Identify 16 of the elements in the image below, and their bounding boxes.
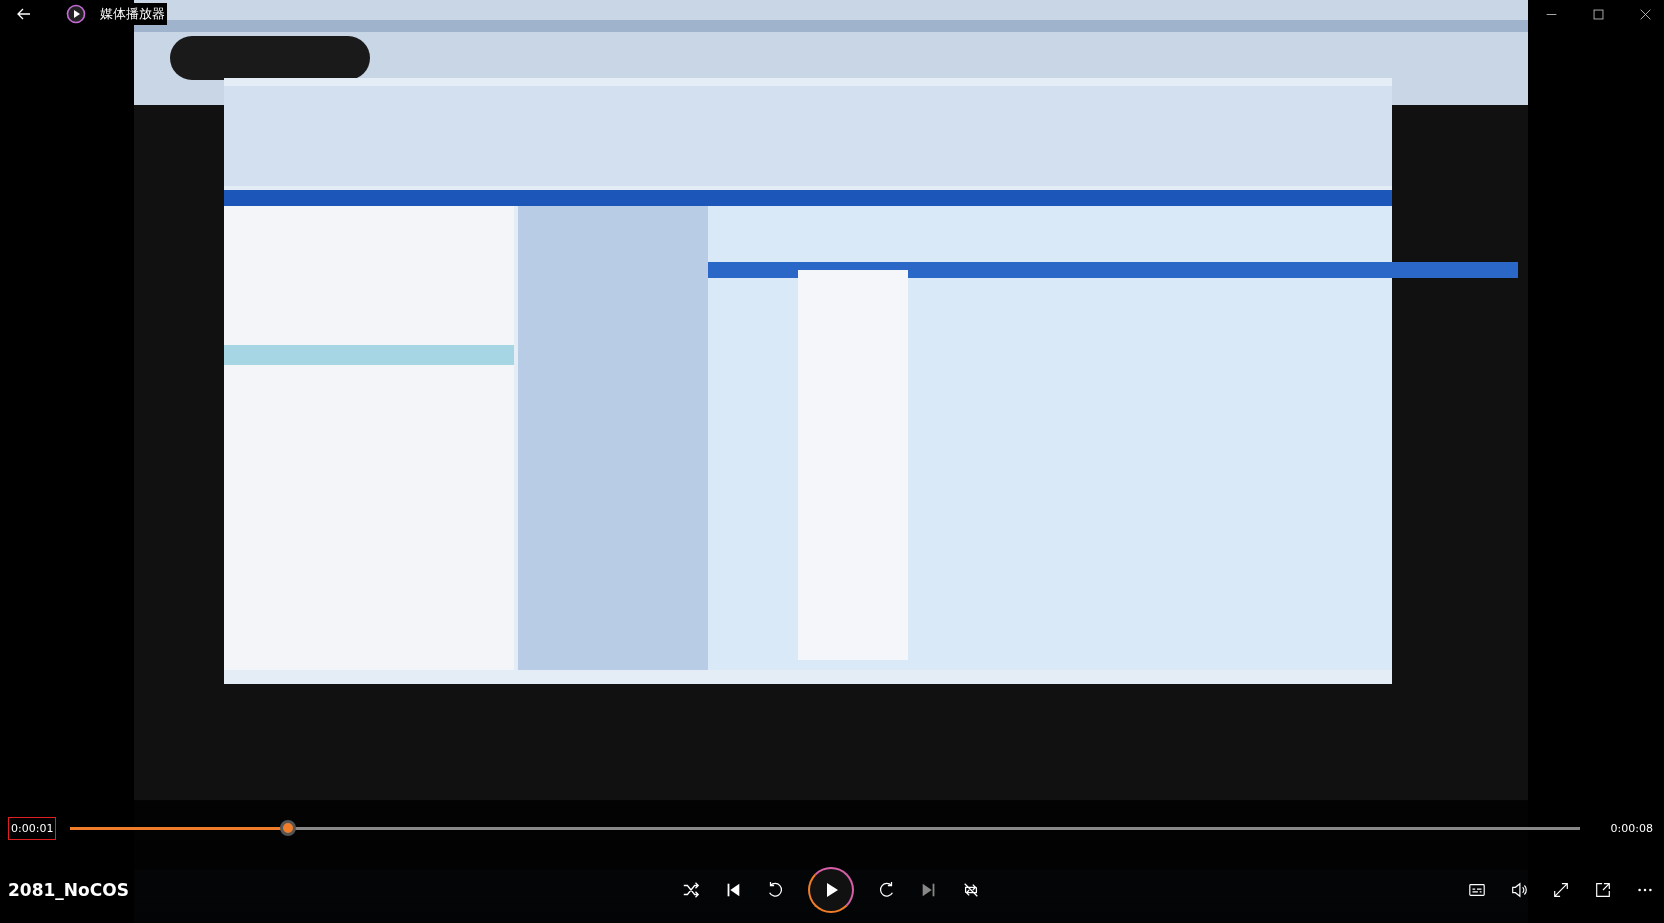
close-icon[interactable] (1639, 7, 1652, 21)
window-title: 媒体播放器 (98, 3, 167, 25)
current-time: 0:00:01 (8, 816, 57, 840)
seek-slider[interactable] (70, 820, 1580, 836)
rewind-icon[interactable] (766, 880, 784, 899)
total-time: 0:00:08 (1609, 820, 1654, 837)
back-icon[interactable] (16, 6, 32, 22)
forward-icon[interactable] (878, 880, 896, 899)
miniplayer-icon[interactable] (1594, 880, 1612, 899)
maximize-icon[interactable] (1592, 7, 1605, 21)
fullscreen-icon[interactable] (1552, 880, 1570, 899)
shuffle-icon[interactable] (682, 880, 700, 899)
media-title: 2081_NoCOS (8, 879, 129, 900)
volume-icon[interactable] (1510, 880, 1528, 899)
app-icon (66, 4, 86, 24)
play-button[interactable] (808, 866, 854, 913)
